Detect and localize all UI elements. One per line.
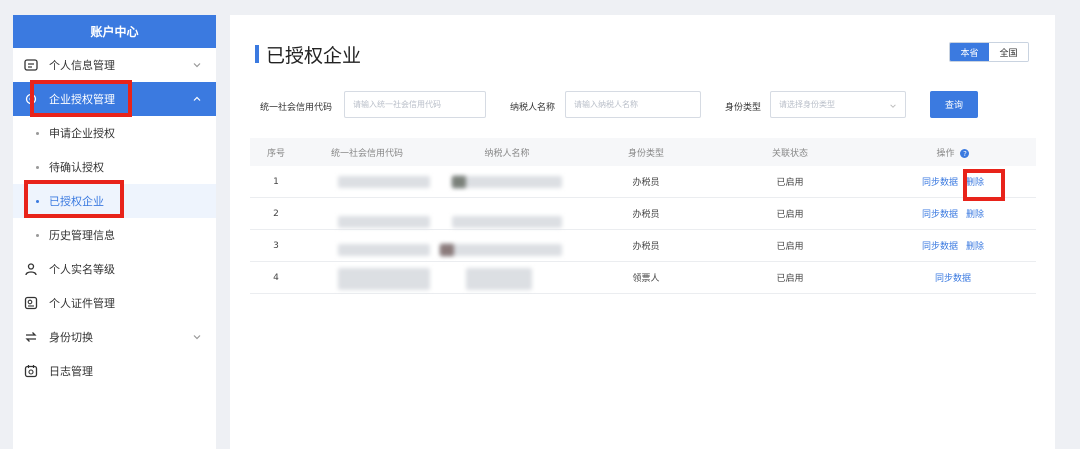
sidebar-item-certificates[interactable]: 个人证件管理	[13, 286, 216, 320]
identity-type-select[interactable]: 请选择身份类型	[770, 91, 906, 118]
sidebar-item-label: 个人实名等级	[49, 263, 115, 276]
sidebar-header: 账户中心	[13, 15, 216, 48]
row-status: 已启用	[776, 178, 804, 188]
redacted-credit-code	[302, 198, 432, 230]
row-actions: 同步数据 删除	[870, 166, 1036, 198]
row-status: 已启用	[776, 210, 804, 220]
sidebar: 账户中心 个人信息管理 企业授权管理 申请企业授权 待确认授权 已授权企业 历史…	[13, 15, 216, 449]
help-icon[interactable]: ?	[960, 149, 970, 158]
sidebar-item-label: 身份切换	[49, 331, 93, 344]
table-row: 3 办税员 已启用 同步数据 删除	[250, 230, 1036, 262]
sync-data-link[interactable]: 同步数据	[935, 271, 971, 284]
chevron-up-icon	[193, 96, 201, 101]
sync-data-link[interactable]: 同步数据	[922, 175, 958, 188]
table-row: 2 办税员 已启用 同步数据 删除	[250, 198, 1036, 230]
bullet-dot	[36, 166, 39, 169]
delete-link[interactable]: 删除	[966, 239, 984, 252]
col-header-identity-type: 身份类型	[627, 148, 664, 159]
row-identity-type: 办税员	[632, 178, 660, 188]
actions-header-label: 操作	[936, 148, 955, 159]
title-accent-bar	[255, 45, 259, 63]
identity-type-label: 身份类型	[725, 103, 762, 113]
redacted-taxpayer-name	[432, 262, 582, 294]
delete-link[interactable]: 删除	[966, 207, 984, 220]
taxpayer-name-label: 纳税人名称	[510, 103, 556, 113]
sidebar-item-realname-level[interactable]: 个人实名等级	[13, 252, 216, 286]
sidebar-item-identity-switch[interactable]: 身份切换	[13, 320, 216, 354]
credit-code-input[interactable]: 请输入统一社会信用代码	[344, 91, 486, 118]
delete-link[interactable]: 删除	[966, 175, 984, 188]
chevron-down-icon	[890, 104, 896, 108]
taxpayer-name-input[interactable]: 请输入纳税人名称	[565, 91, 701, 118]
row-no: 1	[273, 176, 279, 187]
region-local-button[interactable]: 本省	[950, 43, 989, 61]
credit-code-label: 统一社会信用代码	[260, 103, 333, 113]
region-all-button[interactable]: 全国	[989, 43, 1028, 61]
row-actions: 同步数据 删除	[870, 198, 1036, 230]
sidebar-subitem-apply[interactable]: 申请企业授权	[13, 116, 216, 150]
row-actions: 同步数据	[870, 262, 1036, 294]
redacted-taxpayer-name	[432, 230, 582, 262]
row-status: 已启用	[776, 242, 804, 252]
bullet-dot	[36, 132, 39, 135]
switch-icon	[23, 329, 39, 345]
row-no: 3	[273, 240, 279, 251]
table-row: 1 办税员 已启用 同步数据 删除	[250, 166, 1036, 198]
table-row: 4 领票人 已启用 同步数据	[250, 262, 1036, 294]
col-header-actions: 操作 ?	[870, 146, 1036, 159]
sidebar-item-label: 企业授权管理	[49, 93, 115, 106]
sync-data-link[interactable]: 同步数据	[922, 239, 958, 252]
chevron-down-icon	[193, 335, 201, 340]
sidebar-item-personal-info[interactable]: 个人信息管理	[13, 48, 216, 82]
filter-bar: 统一社会信用代码 请输入统一社会信用代码 纳税人名称 请输入纳税人名称 身份类型…	[230, 91, 1055, 121]
redacted-taxpayer-name	[432, 166, 582, 198]
sidebar-subitem-history[interactable]: 历史管理信息	[13, 218, 216, 252]
user-icon	[23, 261, 39, 277]
row-status: 已启用	[776, 274, 804, 284]
scrollbar-track[interactable]	[1055, 0, 1080, 449]
col-header-status: 关联状态	[771, 148, 808, 159]
sidebar-subitem-label: 待确认授权	[49, 161, 104, 174]
query-button[interactable]: 查询	[930, 91, 978, 118]
redacted-credit-code	[302, 230, 432, 262]
chevron-down-icon	[193, 63, 201, 68]
sidebar-item-log[interactable]: 日志管理	[13, 354, 216, 388]
redacted-taxpayer-name	[432, 198, 582, 230]
main-panel: 已授权企业 本省 全国 统一社会信用代码 请输入统一社会信用代码 纳税人名称 请…	[230, 15, 1055, 449]
certificate-icon	[23, 295, 39, 311]
row-identity-type: 领票人	[632, 274, 660, 284]
sidebar-subitem-label: 已授权企业	[49, 195, 104, 208]
sidebar-subitem-label: 申请企业授权	[49, 127, 115, 140]
col-header-taxpayer-name: 纳税人名称	[484, 148, 530, 159]
sidebar-item-label: 日志管理	[49, 365, 93, 378]
sidebar-item-label: 个人证件管理	[49, 297, 115, 310]
row-no: 4	[273, 272, 279, 283]
bullet-dot	[36, 234, 39, 237]
redacted-credit-code	[302, 262, 432, 294]
row-no: 2	[273, 208, 279, 219]
col-header-no: 序号	[266, 148, 285, 159]
row-actions: 同步数据 删除	[870, 230, 1036, 262]
sidebar-subitem-pending[interactable]: 待确认授权	[13, 150, 216, 184]
sidebar-item-label: 个人信息管理	[49, 59, 115, 72]
bullet-dot	[36, 200, 39, 203]
id-card-icon	[23, 57, 39, 73]
col-header-credit-code: 统一社会信用代码	[330, 148, 403, 159]
redacted-credit-code	[302, 166, 432, 198]
sync-data-link[interactable]: 同步数据	[922, 207, 958, 220]
region-toggle: 本省 全国	[949, 42, 1029, 62]
row-identity-type: 办税员	[632, 210, 660, 220]
row-identity-type: 办税员	[632, 242, 660, 252]
identity-type-placeholder: 请选择身份类型	[779, 100, 835, 109]
sidebar-subitem-authorized[interactable]: 已授权企业	[13, 184, 216, 218]
gear-icon	[23, 91, 39, 107]
table-header: 序号 统一社会信用代码 纳税人名称 身份类型 关联状态 操作 ?	[250, 138, 1036, 166]
page-title: 已授权企业	[266, 45, 362, 67]
authorized-enterprise-table: 序号 统一社会信用代码 纳税人名称 身份类型 关联状态 操作 ? 1 办税员 已…	[250, 138, 1036, 294]
calendar-log-icon	[23, 363, 39, 379]
sidebar-item-enterprise-auth[interactable]: 企业授权管理	[13, 82, 216, 116]
sidebar-subitem-label: 历史管理信息	[49, 229, 115, 242]
